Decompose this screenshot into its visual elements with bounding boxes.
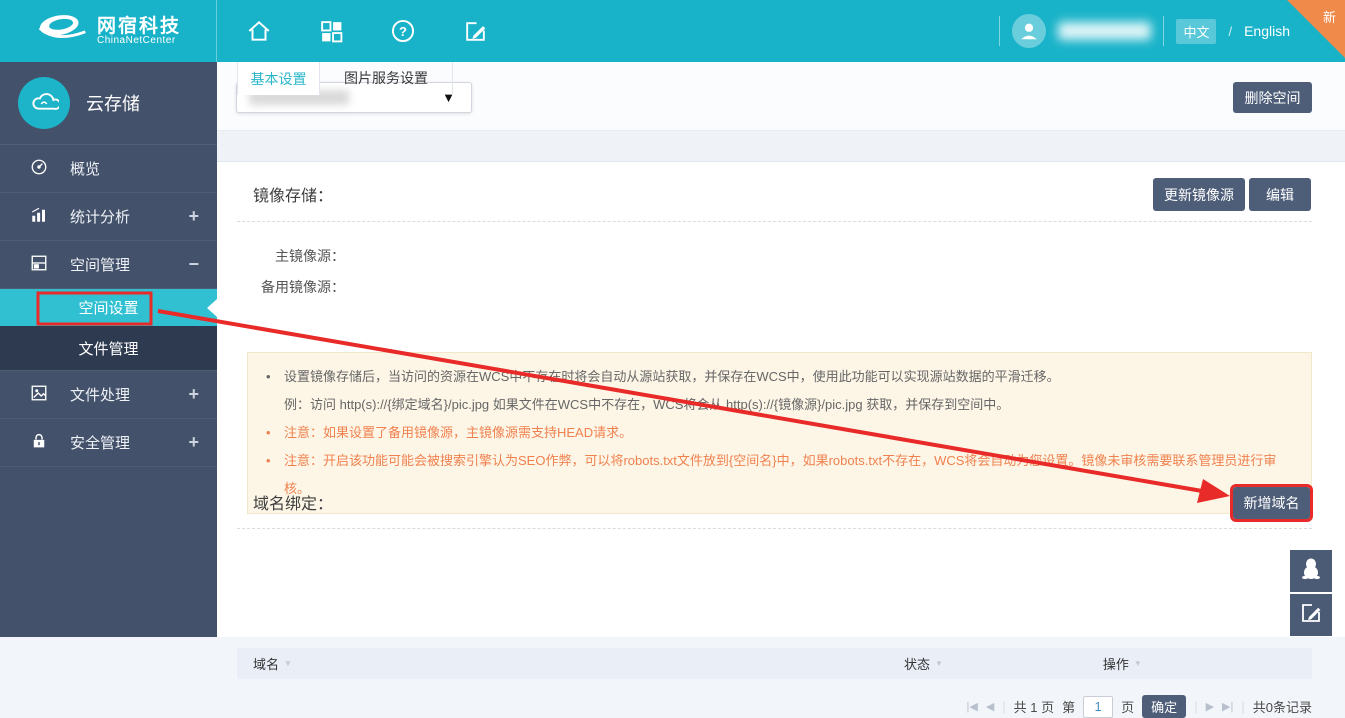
products-grid-icon[interactable] <box>317 17 345 45</box>
sidebar-item-label: 安全管理 <box>70 435 131 452</box>
backup-mirror-label: 备用镜像源： <box>261 279 345 295</box>
sidebar-item-label: 文件处理 <box>70 387 131 404</box>
overview-gauge-icon <box>30 158 48 180</box>
settings-tabbar <box>217 130 1345 162</box>
domain-table-header: 域名 ▼ 状态 ▼ 操作 ▼ <box>237 648 1312 679</box>
sidebar-item-file-processing[interactable]: 文件处理 + <box>0 371 217 419</box>
user-avatar[interactable] <box>1012 14 1047 48</box>
prev-page-icon[interactable]: ◀ <box>986 700 994 713</box>
column-header-actions[interactable]: 操作 ▼ <box>1103 654 1142 673</box>
collapse-minus-icon[interactable]: − <box>188 254 199 275</box>
product-title: 云存储 <box>86 94 140 114</box>
work-order-edit-icon[interactable] <box>461 17 489 45</box>
language-chinese-button[interactable]: 中文 <box>1176 18 1217 44</box>
basic-settings-panel: 镜像存储： 更新镜像源 编辑 主镜像源： 备用镜像源： • 设置镜像存储后，当访… <box>217 162 1345 718</box>
pagination: |◀ ◀ | 共 1 页 第 页 确定 | ▶ ▶| | 共0条记录 <box>966 695 1312 718</box>
notice-line: 例：访问 http(s)://{绑定域名}/pic.jpg 如果文件在WCS中不… <box>266 391 1293 419</box>
notice-warning-text: 注意：开启该功能可能会被搜索引擎认为SEO作弊，可以将robots.txt文件放… <box>284 453 1277 496</box>
notice-text: 例：访问 http(s)://{绑定域名}/pic.jpg 如果文件在WCS中不… <box>284 397 1010 412</box>
sidebar-item-overview[interactable]: 概览 <box>0 145 217 193</box>
total-pages-text: 共 1 页 <box>1013 700 1055 715</box>
username-redacted <box>1058 22 1152 40</box>
sort-caret-icon[interactable]: ▼ <box>284 659 292 668</box>
main-content: ▼ 删除空间 基本设置 图片服务设置 镜像存储： 更新镜像源 编辑 主镜像源： … <box>217 62 1345 718</box>
top-navigation-bar: 网宿科技 ChinaNetCenter ? 中文 / English <box>0 0 1345 62</box>
sidebar-item-label: 空间设置 <box>78 300 139 317</box>
sort-caret-icon[interactable]: ▼ <box>1134 659 1142 668</box>
expand-plus-icon[interactable]: + <box>188 206 199 227</box>
sidebar-item-label: 文件管理 <box>78 340 139 358</box>
sidebar-item-security-management[interactable]: 安全管理 + <box>0 419 217 467</box>
logo-title: 网宿科技 <box>96 15 181 37</box>
sort-caret-icon[interactable]: ▼ <box>935 659 943 668</box>
section-divider <box>237 528 1312 529</box>
space-box-icon <box>30 254 48 276</box>
tab-image-service-settings[interactable]: 图片服务设置 <box>320 62 453 94</box>
bar-chart-icon <box>30 206 48 228</box>
primary-mirror-label: 主镜像源： <box>275 248 345 264</box>
divider <box>999 16 1001 46</box>
sidebar-item-file-management[interactable]: 文件管理 <box>0 326 217 371</box>
sidebar-item-space-settings[interactable]: 空间设置 <box>0 289 217 326</box>
new-corner-ribbon[interactable] <box>1287 0 1345 58</box>
notice-warning-text: 注意：如果设置了备用镜像源，主镜像源需支持HEAD请求。 <box>284 425 633 440</box>
update-mirror-source-button[interactable]: 更新镜像源 <box>1153 178 1245 211</box>
column-header-domain[interactable]: 域名 ▼ <box>253 654 292 673</box>
qq-contact-button[interactable] <box>1290 550 1332 592</box>
notice-warning-line: • 注意：如果设置了备用镜像源，主镜像源需支持HEAD请求。 <box>266 419 1293 447</box>
help-icon[interactable]: ? <box>389 17 417 45</box>
notice-warning-line: • 注意：开启该功能可能会被搜索引擎认为SEO作弊，可以将robots.txt文… <box>266 447 1293 503</box>
notice-line: • 设置镜像存储后，当访问的资源在WCS中不存在时将会自动从源站获取，并保存在W… <box>266 363 1293 391</box>
logo-subtitle: ChinaNetCenter <box>96 34 176 46</box>
last-page-icon[interactable]: ▶| <box>1222 700 1233 713</box>
expand-plus-icon[interactable]: + <box>188 432 199 453</box>
divider <box>1163 16 1165 46</box>
total-records-text: 共0条记录 <box>1252 700 1312 715</box>
page-label: 页 <box>1121 700 1135 715</box>
new-badge-label: 新 <box>1322 10 1336 25</box>
column-header-status[interactable]: 状态 ▼ <box>904 654 943 673</box>
edit-button[interactable]: 编辑 <box>1249 178 1311 211</box>
image-file-icon <box>30 384 48 406</box>
page-number-input[interactable] <box>1083 695 1114 718</box>
active-menu-notch <box>207 299 217 317</box>
delete-space-button[interactable]: 删除空间 <box>1233 82 1312 113</box>
mirror-storage-section-title: 镜像存储： <box>253 188 334 205</box>
mirror-notice-box: • 设置镜像存储后，当访问的资源在WCS中不存在时将会自动从源站获取，并保存在W… <box>247 352 1312 514</box>
cloud-storage-icon <box>18 77 70 129</box>
sidebar-product-header: 云存储 <box>0 62 217 145</box>
page-label: 第 <box>1062 700 1076 715</box>
bullet-icon: • <box>266 369 271 384</box>
sidebar-item-statistics[interactable]: 统计分析 + <box>0 193 217 241</box>
notice-text: 设置镜像存储后，当访问的资源在WCS中不存在时将会自动从源站获取，并保存在WCS… <box>284 369 1060 384</box>
brand-logo: 网宿科技 ChinaNetCenter <box>0 0 217 62</box>
svg-text:?: ? <box>399 24 407 39</box>
sidebar-item-label: 概览 <box>70 161 101 178</box>
bullet-icon: • <box>266 425 271 440</box>
lock-icon <box>30 432 48 454</box>
language-english-button[interactable]: English <box>1244 23 1290 39</box>
sidebar-item-space-management[interactable]: 空间管理 − <box>0 241 217 289</box>
expand-plus-icon[interactable]: + <box>188 384 199 405</box>
home-icon[interactable] <box>245 17 273 45</box>
confirm-page-button[interactable]: 确定 <box>1142 695 1187 718</box>
feedback-edit-button[interactable] <box>1290 594 1332 636</box>
section-divider <box>237 221 1312 222</box>
qq-penguin-icon <box>1299 557 1323 586</box>
sidebar: 云存储 概览 统计分析 + 空间管理 − 空间设置 文件管理 文件处理 + 安全… <box>0 62 217 637</box>
chinanetcenter-swoosh-icon <box>35 12 89 51</box>
add-domain-button[interactable]: 新增域名 <box>1230 484 1313 522</box>
domain-binding-section-title: 域名绑定： <box>253 496 334 513</box>
edit-pencil-icon <box>1299 601 1323 630</box>
sidebar-item-label: 统计分析 <box>70 209 131 226</box>
sidebar-item-label: 空间管理 <box>70 257 131 274</box>
language-separator: / <box>1228 23 1233 39</box>
first-page-icon[interactable]: |◀ <box>966 700 977 713</box>
next-page-icon[interactable]: ▶ <box>1206 700 1214 713</box>
tab-basic-settings[interactable]: 基本设置 <box>237 62 320 95</box>
